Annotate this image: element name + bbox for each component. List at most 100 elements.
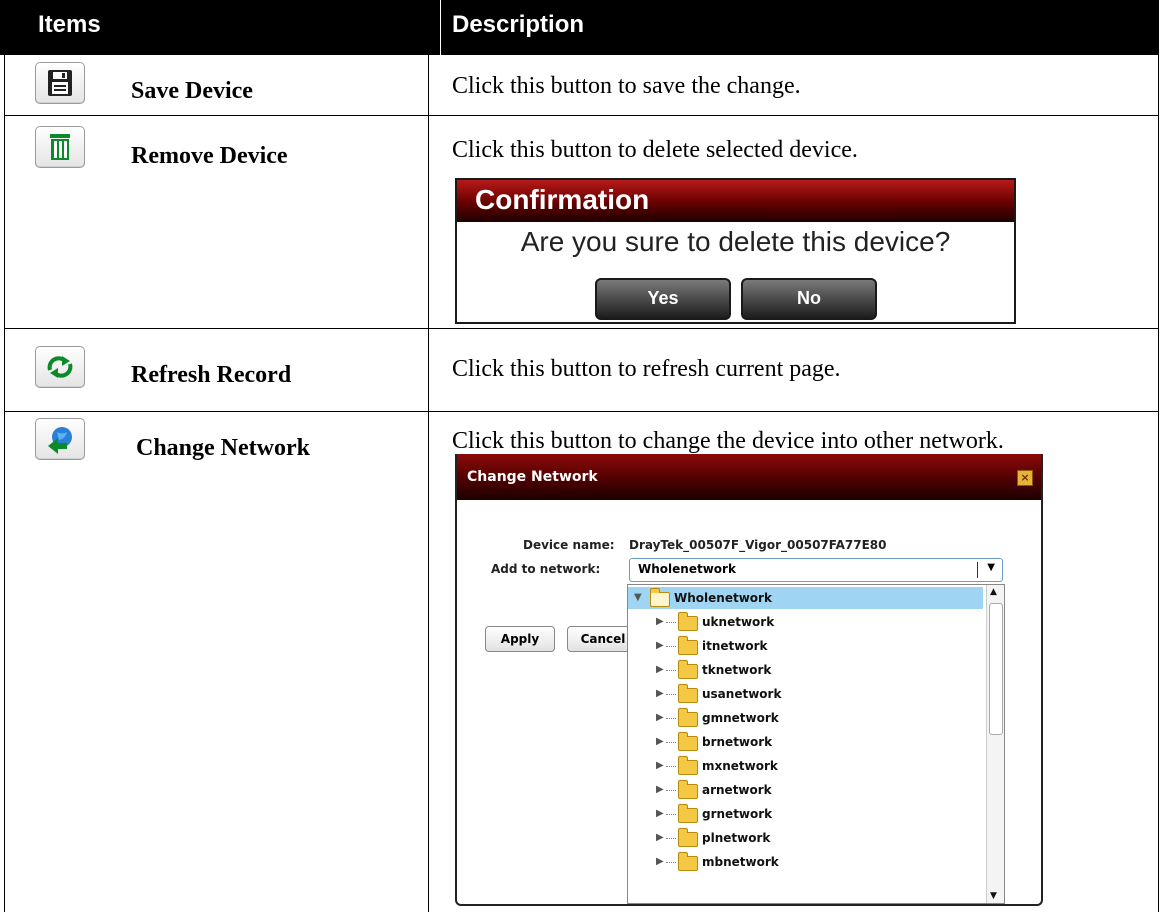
floppy-disk-icon bbox=[48, 70, 72, 96]
change-network-dialog: Change Network × Device name: DrayTek_00… bbox=[455, 454, 1043, 906]
folder-icon bbox=[678, 708, 698, 727]
network-tree-dropdown[interactable]: ▼ Wholenetwork ▶ uknetwork ▶ itnetwork ▶ tkne… bbox=[627, 584, 1005, 904]
scrollbar-thumb[interactable] bbox=[989, 603, 1003, 735]
folder-icon bbox=[678, 684, 698, 703]
network-select[interactable]: Wholenetwork ▼ bbox=[629, 558, 1003, 582]
save-device-label: Save Device bbox=[131, 78, 253, 104]
tree-item-label: mxnetwork bbox=[702, 759, 778, 773]
change-network-description: Click this button to change the device i… bbox=[452, 428, 1004, 454]
description-column-header: Description bbox=[452, 11, 585, 38]
table-left-border bbox=[4, 55, 5, 912]
row-divider bbox=[4, 328, 1159, 329]
folder-icon bbox=[678, 804, 698, 823]
refresh-arrows-icon bbox=[47, 356, 73, 378]
expand-arrow-icon[interactable]: ▶ bbox=[656, 784, 664, 795]
refresh-record-description: Click this button to refresh current pag… bbox=[452, 356, 841, 382]
tree-connector bbox=[666, 622, 676, 623]
tree-item[interactable]: ▶ uknetwork bbox=[628, 611, 983, 633]
row-divider bbox=[4, 115, 1159, 116]
tree-item[interactable]: ▶ grnetwork bbox=[628, 803, 983, 825]
tree-item-label: itnetwork bbox=[702, 639, 768, 653]
tree-connector bbox=[666, 766, 676, 767]
folder-icon bbox=[678, 732, 698, 751]
scroll-down-icon[interactable]: ▼ bbox=[990, 891, 997, 901]
trash-icon bbox=[50, 134, 70, 160]
folder-icon bbox=[678, 828, 698, 847]
confirmation-title: Confirmation bbox=[457, 180, 1014, 222]
tree-item[interactable]: ▶ tknetwork bbox=[628, 659, 983, 681]
items-column-header: Items bbox=[38, 11, 101, 38]
expand-arrow-icon[interactable]: ▶ bbox=[656, 856, 664, 867]
yes-button[interactable]: Yes bbox=[595, 278, 731, 320]
refresh-record-label: Refresh Record bbox=[131, 362, 292, 388]
scroll-up-icon[interactable]: ▲ bbox=[990, 587, 997, 597]
confirmation-dialog: Confirmation Are you sure to delete this… bbox=[455, 178, 1016, 324]
expand-arrow-icon[interactable]: ▶ bbox=[656, 832, 664, 843]
device-name-value: DrayTek_00507F_Vigor_00507FA77E80 bbox=[629, 538, 887, 552]
folder-icon bbox=[678, 780, 698, 799]
expand-arrow-icon[interactable]: ▶ bbox=[656, 640, 664, 651]
expand-arrow-icon[interactable]: ▶ bbox=[656, 760, 664, 771]
expand-arrow-icon[interactable]: ▶ bbox=[656, 616, 664, 627]
close-icon[interactable]: × bbox=[1017, 470, 1033, 486]
expand-arrow-icon[interactable]: ▶ bbox=[656, 664, 664, 675]
folder-open-icon bbox=[650, 588, 670, 607]
save-device-description: Click this button to save the change. bbox=[452, 73, 801, 99]
expand-arrow-icon[interactable]: ▶ bbox=[656, 688, 664, 699]
tree-item[interactable]: ▶ gmnetwork bbox=[628, 707, 983, 729]
remove-device-button[interactable] bbox=[35, 126, 85, 168]
tree-connector bbox=[666, 670, 676, 671]
tree-item-label: uknetwork bbox=[702, 615, 775, 629]
add-to-network-label: Add to network: bbox=[491, 562, 601, 576]
tree-connector bbox=[666, 694, 676, 695]
tree-root-row[interactable]: ▼ Wholenetwork bbox=[628, 587, 983, 609]
tree-item[interactable]: ▶ usanetwork bbox=[628, 683, 983, 705]
table-right-border bbox=[1158, 55, 1159, 912]
save-device-button[interactable] bbox=[35, 62, 85, 104]
tree-item-label: arnetwork bbox=[702, 783, 772, 797]
folder-icon bbox=[678, 612, 698, 631]
tree-item-label: plnetwork bbox=[702, 831, 771, 845]
apply-button[interactable]: Apply bbox=[485, 626, 555, 652]
table-header: Items Description bbox=[0, 0, 1159, 55]
tree-item-label: brnetwork bbox=[702, 735, 773, 749]
table-column-divider bbox=[428, 55, 429, 912]
tree-item[interactable]: ▶ arnetwork bbox=[628, 779, 983, 801]
folder-icon bbox=[678, 852, 698, 871]
tree-connector bbox=[666, 742, 676, 743]
tree-connector bbox=[666, 814, 676, 815]
tree-item-label: tknetwork bbox=[702, 663, 772, 677]
tree-item-label: gmnetwork bbox=[702, 711, 779, 725]
globe-arrow-icon bbox=[48, 427, 72, 454]
header-divider bbox=[440, 0, 441, 55]
change-network-dialog-title: Change Network bbox=[457, 454, 1041, 500]
change-network-button[interactable] bbox=[35, 418, 85, 460]
no-button[interactable]: No bbox=[741, 278, 877, 320]
remove-device-label: Remove Device bbox=[131, 143, 288, 169]
folder-icon bbox=[678, 660, 698, 679]
tree-item-label: usanetwork bbox=[702, 687, 782, 701]
device-name-label: Device name: bbox=[523, 538, 615, 552]
tree-item[interactable]: ▶ mxnetwork bbox=[628, 755, 983, 777]
tree-item[interactable]: ▶ mbnetwork bbox=[628, 851, 983, 873]
folder-icon bbox=[678, 636, 698, 655]
change-network-label: Change Network bbox=[136, 435, 310, 461]
refresh-record-button[interactable] bbox=[35, 346, 85, 388]
tree-item[interactable]: ▶ plnetwork bbox=[628, 827, 983, 849]
tree-item[interactable]: ▶ brnetwork bbox=[628, 731, 983, 753]
chevron-down-icon[interactable]: ▼ bbox=[987, 562, 995, 573]
tree-root-label: Wholenetwork bbox=[674, 591, 772, 605]
tree-connector bbox=[666, 790, 676, 791]
confirmation-message: Are you sure to delete this device? bbox=[520, 226, 951, 257]
dropdown-scrollbar[interactable]: ▲ ▼ bbox=[986, 585, 1004, 903]
expand-icon[interactable]: ▼ bbox=[634, 592, 642, 603]
expand-arrow-icon[interactable]: ▶ bbox=[656, 808, 664, 819]
tree-item[interactable]: ▶ itnetwork bbox=[628, 635, 983, 657]
expand-arrow-icon[interactable]: ▶ bbox=[656, 712, 664, 723]
expand-arrow-icon[interactable]: ▶ bbox=[656, 736, 664, 747]
folder-icon bbox=[678, 756, 698, 775]
tree-item-label: grnetwork bbox=[702, 807, 773, 821]
select-divider bbox=[977, 562, 978, 578]
tree-connector bbox=[666, 646, 676, 647]
tree-item-label: mbnetwork bbox=[702, 855, 779, 869]
